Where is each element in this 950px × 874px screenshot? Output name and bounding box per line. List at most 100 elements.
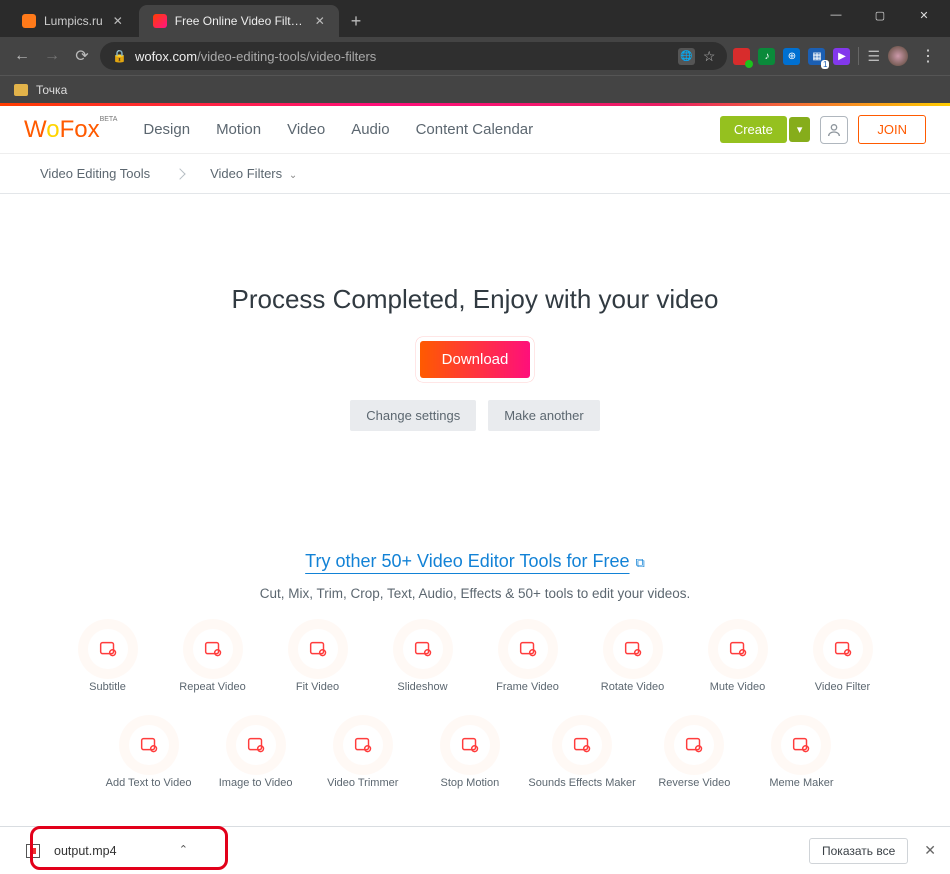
reload-button[interactable]: ⟳ — [70, 46, 94, 66]
tab-wofox[interactable]: Free Online Video Filters | WoFo… ✕ — [139, 5, 339, 37]
tool-label: Meme Maker — [753, 777, 850, 789]
extension-icon[interactable]: ♪ — [758, 48, 775, 65]
url-path: /video-editing-tools/video-filters — [197, 49, 376, 64]
tool-icon — [562, 725, 602, 765]
tool-item[interactable]: Rotate Video — [585, 629, 680, 693]
breadcrumb: Video Editing Tools Video Filters ⌄ — [0, 154, 950, 194]
try-other-tools-link[interactable]: Try other 50+ Video Editor Tools for Fre… — [305, 551, 645, 571]
tool-label: Add Text to Video — [100, 777, 197, 789]
download-button[interactable]: Download — [420, 341, 531, 378]
forward-button[interactable]: → — [40, 47, 64, 65]
page-body: Process Completed, Enjoy with your video… — [0, 194, 950, 870]
tool-item[interactable]: Repeat Video — [165, 629, 260, 693]
maximize-button[interactable]: ▢ — [858, 0, 902, 30]
wofox-logo[interactable]: WoFoxBETA — [24, 116, 117, 144]
close-icon[interactable]: ✕ — [113, 14, 123, 28]
extension-icon[interactable]: ▶ — [833, 48, 850, 65]
tool-icon — [718, 629, 758, 669]
extensions-row: ♪ ⊕ ▦1 ▶ ☰ ⋮ — [733, 46, 940, 66]
tool-icon — [613, 629, 653, 669]
tool-icon — [823, 629, 863, 669]
site-header: WoFoxBETA Design Motion Video Audio Cont… — [0, 106, 950, 154]
tool-item[interactable]: Slideshow — [375, 629, 470, 693]
create-button[interactable]: Create — [720, 116, 787, 143]
close-icon[interactable]: ✕ — [315, 14, 325, 28]
tool-label: Image to Video — [207, 777, 304, 789]
folder-icon — [14, 84, 28, 96]
join-button[interactable]: JOIN — [858, 115, 926, 144]
tool-item[interactable]: Image to Video — [207, 725, 304, 789]
tool-icon — [343, 725, 383, 765]
tool-icon — [193, 629, 233, 669]
extension-icon[interactable]: ⊕ — [783, 48, 800, 65]
tab-lumpics[interactable]: Lumpics.ru ✕ — [8, 5, 137, 37]
chevron-up-icon[interactable]: ⌃ — [179, 843, 188, 856]
tab-title: Lumpics.ru — [44, 14, 103, 28]
nav-video[interactable]: Video — [287, 121, 325, 138]
tool-label: Subtitle — [60, 681, 155, 693]
bookmark-item[interactable]: Точка — [36, 83, 67, 97]
tab-strip: Lumpics.ru ✕ Free Online Video Filters |… — [0, 0, 950, 37]
make-another-button[interactable]: Make another — [488, 400, 600, 431]
extension-icon[interactable] — [733, 48, 750, 65]
breadcrumb-item[interactable]: Video Filters ⌄ — [210, 166, 297, 181]
tool-icon — [674, 725, 714, 765]
new-tab-button[interactable]: + — [341, 5, 372, 37]
tool-item[interactable]: Fit Video — [270, 629, 365, 693]
favicon-wofox — [153, 14, 167, 28]
tool-item[interactable]: Mute Video — [690, 629, 785, 693]
close-window-button[interactable]: ✕ — [902, 0, 946, 30]
bookmarks-bar: Точка — [0, 75, 950, 103]
nav-content-calendar[interactable]: Content Calendar — [416, 121, 534, 138]
user-icon[interactable] — [820, 116, 848, 144]
tool-label: Mute Video — [690, 681, 785, 693]
tool-label: Frame Video — [480, 681, 575, 693]
headline: Process Completed, Enjoy with your video — [40, 284, 910, 315]
tools-grid-row2: Add Text to Video Image to Video Video Tri… — [40, 725, 910, 789]
download-item[interactable]: output.mp4 ⌃ — [14, 834, 200, 868]
window-controls: — ▢ ✕ — [814, 0, 946, 30]
breadcrumb-separator-icon — [174, 168, 185, 179]
nav-design[interactable]: Design — [143, 121, 190, 138]
tool-label: Slideshow — [375, 681, 470, 693]
reader-icon[interactable]: ☰ — [867, 48, 880, 65]
back-button[interactable]: ← — [10, 47, 34, 65]
download-filename: output.mp4 — [54, 844, 165, 858]
change-settings-button[interactable]: Change settings — [350, 400, 476, 431]
tool-item[interactable]: Sounds Effects Maker — [528, 725, 635, 789]
extension-icon[interactable]: ▦1 — [808, 48, 825, 65]
try-subtitle: Cut, Mix, Trim, Crop, Text, Audio, Effec… — [40, 586, 910, 601]
tool-icon — [508, 629, 548, 669]
tab-title: Free Online Video Filters | WoFo… — [175, 14, 305, 28]
tool-item[interactable]: Video Filter — [795, 629, 890, 693]
profile-avatar[interactable] — [888, 46, 908, 66]
translate-icon[interactable]: 🌐 — [678, 48, 695, 65]
tool-label: Video Filter — [795, 681, 890, 693]
tool-item[interactable]: Reverse Video — [646, 725, 743, 789]
browser-menu-button[interactable]: ⋮ — [916, 46, 940, 66]
url-bar[interactable]: 🔒 wofox.com/video-editing-tools/video-fi… — [100, 42, 727, 70]
tool-item[interactable]: Frame Video — [480, 629, 575, 693]
tool-icon — [88, 629, 128, 669]
tool-item[interactable]: Meme Maker — [753, 725, 850, 789]
breadcrumb-item[interactable]: Video Editing Tools — [40, 166, 150, 181]
tool-icon — [450, 725, 490, 765]
file-icon — [26, 844, 40, 858]
nav-audio[interactable]: Audio — [351, 121, 389, 138]
minimize-button[interactable]: — — [814, 0, 858, 30]
url-domain: wofox.com — [135, 49, 197, 64]
tool-item[interactable]: Subtitle — [60, 629, 155, 693]
show-all-downloads-button[interactable]: Показать все — [809, 838, 908, 864]
tool-item[interactable]: Add Text to Video — [100, 725, 197, 789]
tool-label: Sounds Effects Maker — [528, 777, 635, 789]
try-section: Try other 50+ Video Editor Tools for Fre… — [40, 551, 910, 789]
tool-label: Repeat Video — [165, 681, 260, 693]
nav-motion[interactable]: Motion — [216, 121, 261, 138]
close-shelf-button[interactable]: ✕ — [924, 842, 936, 859]
tool-item[interactable]: Video Trimmer — [314, 725, 411, 789]
tool-item[interactable]: Stop Motion — [421, 725, 518, 789]
bookmark-star-icon[interactable]: ☆ — [703, 48, 716, 65]
create-dropdown[interactable]: ▾ — [789, 117, 811, 142]
tool-icon — [403, 629, 443, 669]
tool-icon — [781, 725, 821, 765]
